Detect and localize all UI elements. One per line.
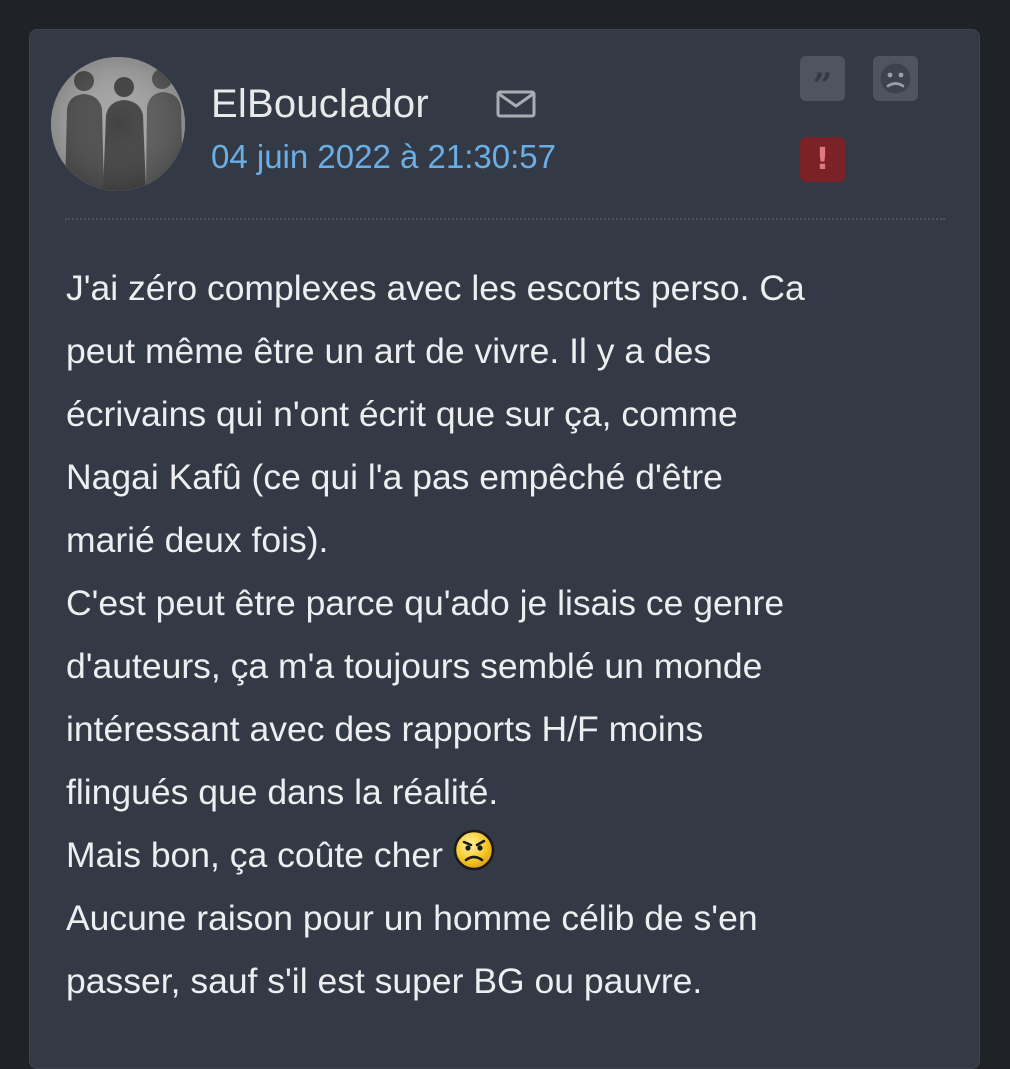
post-line: Nagai Kafû (ce qui l'a pas empêché d'êtr… <box>66 457 723 497</box>
annoyed-smiley-icon <box>453 829 495 871</box>
quote-button[interactable]: ” <box>800 56 845 106</box>
report-button[interactable]: ! <box>800 137 845 182</box>
post-line-text: Mais bon, ça coûte cher <box>66 835 443 875</box>
avatar[interactable] <box>51 57 185 191</box>
post-line: flingués que dans la réalité. <box>66 772 499 812</box>
post-date[interactable]: 04 juin 2022 à 21:30:57 <box>211 137 556 177</box>
exclamation-icon: ! <box>815 141 830 177</box>
author-name[interactable]: ElBouclador <box>211 80 429 128</box>
post-line: J'ai zéro complexes avec les escorts per… <box>66 268 805 308</box>
post-line-with-smiley: Mais bon, ça coûte cher <box>66 824 956 887</box>
post-line: peut même être un art de vivre. Il y a d… <box>66 331 712 371</box>
unhappy-reaction-button[interactable] <box>873 56 918 101</box>
post-body: J'ai zéro complexes avec les escorts per… <box>66 257 956 1013</box>
group-silhouette-avatar-icon <box>51 57 185 191</box>
post-line: passer, sauf s'il est super BG ou pauvre… <box>66 961 703 1001</box>
sad-face-icon <box>880 63 911 94</box>
post-line: écrivains qui n'ont écrit que sur ça, co… <box>66 394 738 434</box>
post-line: marié deux fois). <box>66 520 329 560</box>
forum-post: ElBouclador 04 juin 2022 à 21:30:57 ” ! … <box>29 29 980 1069</box>
header-divider <box>65 218 945 220</box>
envelope-icon[interactable] <box>496 89 536 119</box>
post-line: C'est peut être parce qu'ado je lisais c… <box>66 583 785 623</box>
post-line: intéressant avec des rapports H/F moins <box>66 709 704 749</box>
post-line: Aucune raison pour un homme célib de s'e… <box>66 898 758 938</box>
quote-icon: ” <box>812 65 833 106</box>
post-line: d'auteurs, ça m'a toujours semblé un mon… <box>66 646 763 686</box>
